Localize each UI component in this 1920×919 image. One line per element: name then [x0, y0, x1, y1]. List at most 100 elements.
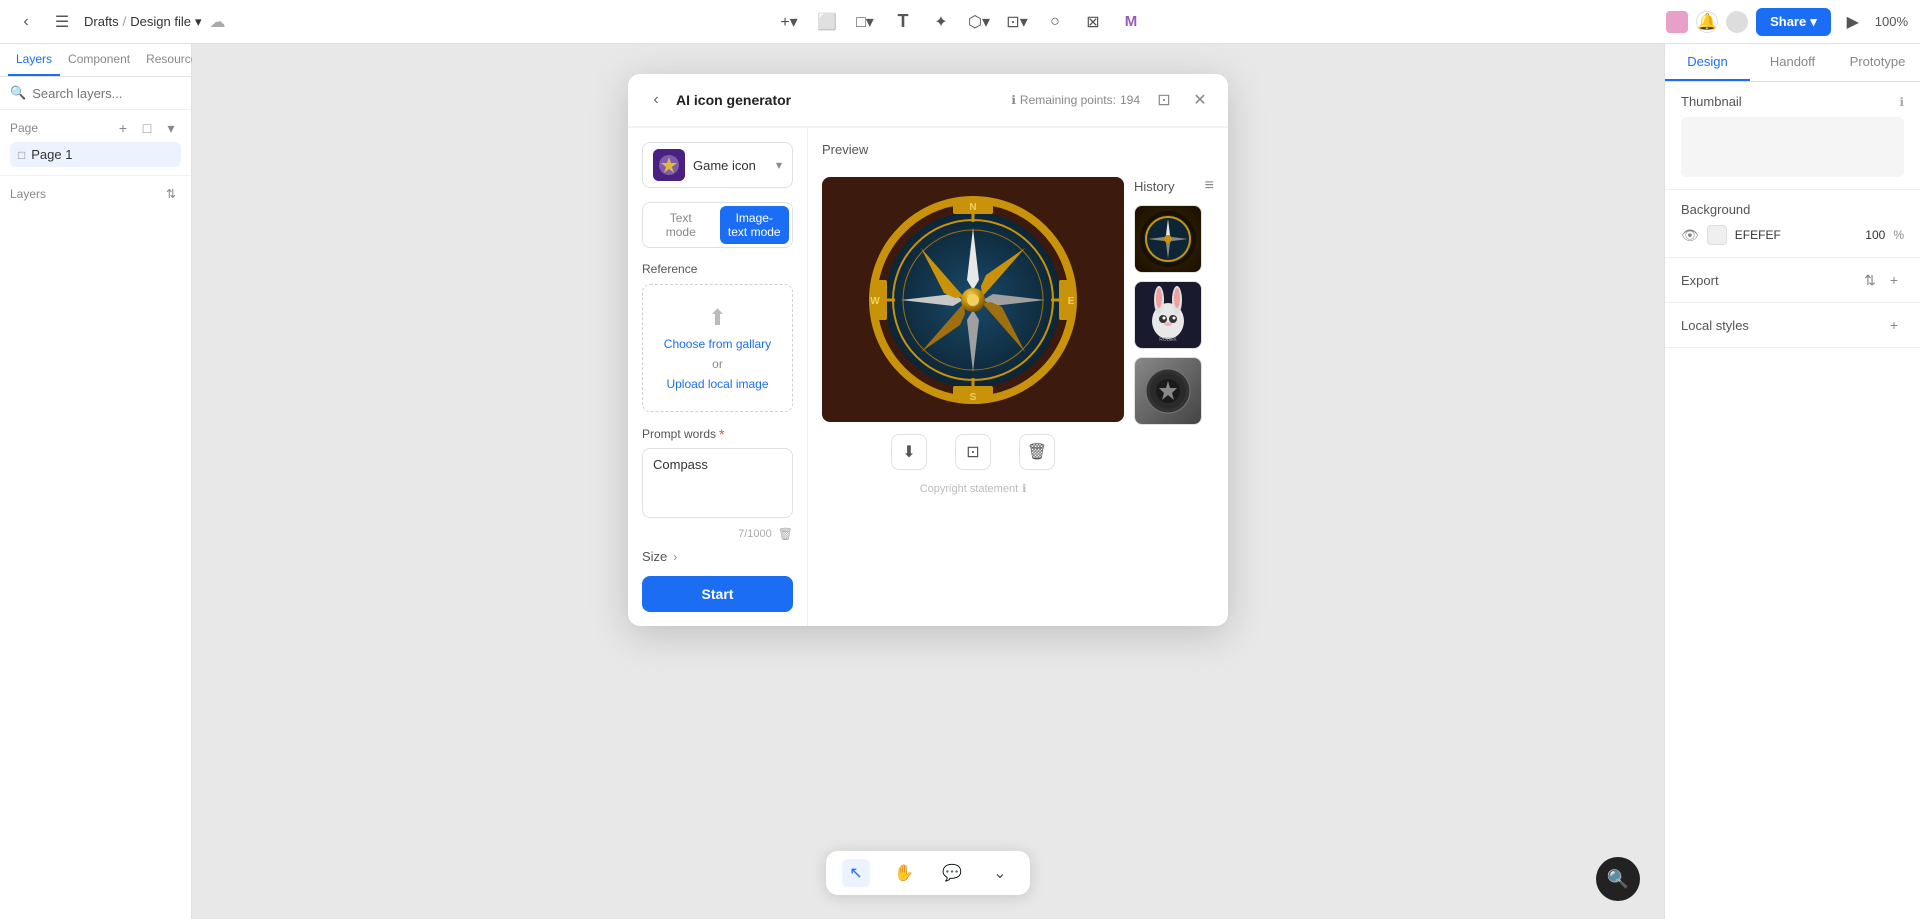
top-toolbar: ‹ ☰ Drafts / Design file ▾ ☁ +▾ ⬜ □▾ T ✦… [0, 0, 1920, 44]
cursor-tool-button[interactable]: ↖ [842, 859, 870, 887]
bg-opacity-value[interactable]: 100 [1865, 228, 1885, 242]
size-row[interactable]: Size › [642, 541, 793, 572]
thumbnail-label: Thumbnail [1681, 94, 1742, 109]
history-item-3[interactable] [1134, 357, 1202, 425]
bg-color-value[interactable]: EFEFEF [1735, 228, 1858, 242]
more-tools-button[interactable]: ⌄ [986, 859, 1014, 887]
modal-title: AI icon generator [676, 92, 791, 108]
page-name: Page 1 [31, 147, 72, 162]
play-button[interactable]: ▶ [1839, 8, 1867, 36]
download-button[interactable]: ⬇ [891, 434, 927, 470]
page-options-button[interactable]: □ [137, 118, 157, 138]
text-tool-button[interactable]: T [887, 8, 919, 36]
notification-icon[interactable]: 🔔 [1696, 11, 1718, 33]
brand-icon-pink[interactable] [1666, 11, 1688, 33]
add-page-button[interactable]: + [113, 118, 133, 138]
page-item[interactable]: □ Page 1 [10, 142, 181, 167]
choose-gallery-link[interactable]: Choose from gallary [664, 337, 771, 351]
image-text-mode-tab[interactable]: Image-text mode [720, 206, 790, 244]
tab-layers[interactable]: Layers [8, 44, 60, 76]
comment-tool-button[interactable]: 💬 [938, 859, 966, 887]
page-section-label: Page [10, 121, 38, 135]
search-fab-button[interactable]: 🔍 [1596, 857, 1640, 901]
tab-handoff[interactable]: Handoff [1750, 44, 1835, 81]
page-section-actions: + □ ▾ [113, 118, 181, 138]
bg-opacity-pct: % [1893, 228, 1904, 242]
crop-tool-button[interactable]: ⊠ [1077, 8, 1109, 36]
share-button[interactable]: Share ▾ [1756, 8, 1831, 36]
text-mode-tab[interactable]: Text mode [646, 206, 716, 244]
dropdown-arrow-icon: ▾ [776, 158, 782, 172]
shape-tool-button[interactable]: ○ [1039, 8, 1071, 36]
search-icon: 🔍 [10, 85, 26, 101]
bg-color-chip[interactable] [1707, 225, 1727, 245]
layers-label: Layers [10, 187, 46, 201]
style-selector[interactable]: Game icon ▾ [642, 142, 793, 188]
add-export-button[interactable]: + [1884, 270, 1904, 290]
tab-design[interactable]: Design [1665, 44, 1750, 81]
pen-tool-button[interactable]: ✦ [925, 8, 957, 36]
export-settings-button[interactable]: ⇅ [1860, 270, 1880, 290]
breadcrumb-current[interactable]: Design file ▾ [130, 14, 201, 30]
brand-tool-button[interactable]: M [1115, 8, 1147, 36]
left-panel: Layers Component Resource 🔍 Page + □ ▾ □… [0, 44, 192, 919]
frame-tool-button[interactable]: ⬜ [811, 8, 843, 36]
local-styles-section: Local styles + [1665, 303, 1920, 348]
component-tool-button[interactable]: ⬡▾ [963, 8, 995, 36]
breadcrumb-drafts[interactable]: Drafts [84, 14, 119, 29]
thumbnail-preview [1681, 117, 1904, 177]
back-button[interactable]: ‹ [12, 8, 40, 36]
thumbnail-info-icon: ℹ [1899, 95, 1904, 109]
canvas-area: ‹ AI icon generator ℹ Remaining points: … [192, 44, 1664, 919]
modal-back-button[interactable]: ‹ [644, 88, 668, 112]
preview-actions: ⬇ ⊡ 🗑 [822, 434, 1124, 470]
start-button[interactable]: Start [642, 576, 793, 612]
history-items: ROBEK [1134, 205, 1214, 425]
add-local-style-button[interactable]: + [1884, 315, 1904, 335]
main-content: Layers Component Resource 🔍 Page + □ ▾ □… [0, 44, 1920, 919]
svg-text:S: S [970, 392, 977, 403]
layers-section: Layers ⇅ [0, 176, 191, 919]
mask-tool-button[interactable]: ⊡▾ [1001, 8, 1033, 36]
page-icon: □ [18, 148, 25, 162]
copy-button[interactable]: ⊡ [955, 434, 991, 470]
menu-button[interactable]: ☰ [48, 8, 76, 36]
zoom-level[interactable]: 100% [1875, 14, 1908, 29]
delete-button[interactable]: 🗑 [1019, 434, 1055, 470]
remaining-points: ℹ Remaining points: 194 [1011, 93, 1140, 107]
add-tool-button[interactable]: +▾ [773, 8, 805, 36]
export-section: Export ⇅ + [1665, 258, 1920, 303]
upload-local-link[interactable]: Upload local image [666, 377, 768, 391]
history-menu-button[interactable]: ≡ [1205, 177, 1214, 195]
rect-tool-button[interactable]: □▾ [849, 8, 881, 36]
upload-area[interactable]: ⬆ Choose from gallary or Upload local im… [642, 284, 793, 412]
search-layers-input[interactable] [32, 86, 208, 101]
history-item-1[interactable] [1134, 205, 1202, 273]
breadcrumb-separator: / [123, 14, 127, 29]
preview-image: N S E W [822, 177, 1124, 422]
prompt-label: Prompt words * [642, 426, 793, 442]
history-item-2[interactable]: ROBEK [1134, 281, 1202, 349]
char-count: 7/1000 [738, 528, 772, 540]
upload-icon: ⬆ [708, 305, 726, 331]
background-label: Background [1681, 202, 1750, 217]
modal-pin-button[interactable]: ⊡ [1152, 88, 1176, 112]
hand-tool-button[interactable]: ✋ [890, 859, 918, 887]
background-section: Background 👁 EFEFEF 100 % [1665, 190, 1920, 258]
preview-label: Preview [822, 142, 868, 157]
prompt-input[interactable]: Compass [642, 448, 793, 518]
local-styles-label: Local styles [1681, 318, 1749, 333]
tab-prototype[interactable]: Prototype [1835, 44, 1920, 81]
export-actions: ⇅ + [1860, 270, 1904, 290]
modal-header: ‹ AI icon generator ℹ Remaining points: … [628, 74, 1228, 127]
tab-component[interactable]: Component [60, 44, 138, 76]
modal-close-button[interactable]: ✕ [1188, 88, 1212, 112]
visibility-toggle[interactable]: 👁 [1681, 227, 1699, 244]
user-avatar[interactable] [1726, 11, 1748, 33]
layers-sort-button[interactable]: ⇅ [161, 184, 181, 204]
ai-icon-generator-modal: ‹ AI icon generator ℹ Remaining points: … [628, 74, 1228, 626]
clear-prompt-button[interactable]: 🗑 [778, 527, 793, 541]
page-collapse-button[interactable]: ▾ [161, 118, 181, 138]
required-dot: * [719, 426, 724, 442]
cloud-sync-icon: ☁ [210, 12, 226, 32]
